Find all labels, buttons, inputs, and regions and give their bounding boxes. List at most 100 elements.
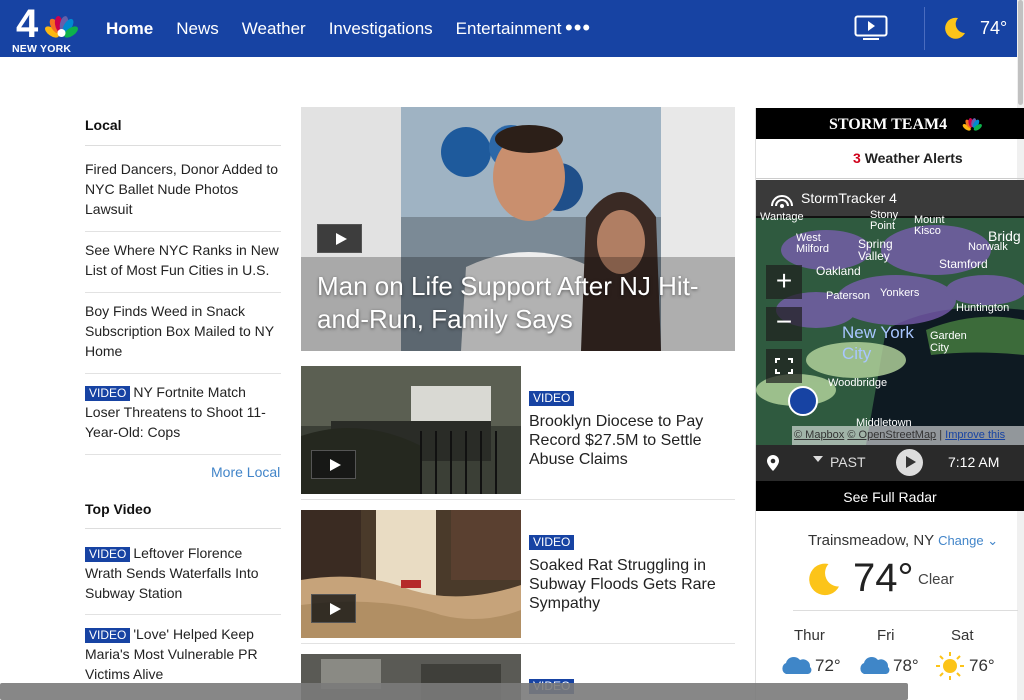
video-tag: VIDEO [85, 386, 131, 401]
video-tag: VIDEO [529, 535, 575, 550]
tv-play-icon[interactable] [854, 15, 888, 42]
logo-text: NEW YORK [12, 43, 72, 55]
improve-map-link[interactable]: Improve this [945, 429, 1005, 441]
play-button[interactable] [317, 224, 362, 253]
story-thumbnail[interactable] [301, 510, 521, 638]
forecast-day: Sat [951, 627, 974, 644]
storm-team-logo-marker [788, 386, 818, 416]
map-label: Stamford [939, 257, 988, 271]
story-title[interactable]: Brooklyn Diocese to Pay Record $27.5M to… [529, 412, 729, 469]
more-menu-button[interactable]: ••• [565, 17, 591, 39]
top-navigation-bar: 4 NEW YORK Home News Weather Investigati… [0, 0, 1024, 57]
local-story[interactable]: VIDEO NY Fortnite Match Loser Threatens t… [85, 382, 281, 442]
local-story[interactable]: See Where NYC Ranks in New List of Most … [85, 240, 281, 280]
map-label: Garden City [930, 330, 967, 354]
forecast-temp: 76° [969, 656, 995, 675]
play-button[interactable] [311, 594, 356, 623]
map-title: StormTracker 4 [801, 190, 897, 206]
divider [85, 373, 281, 374]
current-condition: Clear [918, 571, 954, 588]
divider [301, 499, 735, 500]
past-label[interactable]: PAST [830, 454, 866, 470]
hero-story[interactable]: Man on Life Support After NJ Hit-and-Run… [301, 107, 735, 351]
divider [301, 643, 735, 644]
sun-icon [936, 652, 964, 680]
forecast-temp: 78° [893, 656, 919, 675]
map-label: Huntington [956, 302, 1010, 314]
main-nav: Home News Weather Investigations Enterta… [106, 19, 585, 39]
mapbox-link[interactable]: © Mapbox [794, 429, 844, 441]
nbc-new-york-logo[interactable]: 4 NEW YORK [10, 2, 82, 55]
divider [85, 145, 281, 146]
cloud-icon [782, 656, 812, 674]
divider [85, 528, 281, 529]
zoom-out-button[interactable]: − [766, 307, 802, 341]
divider [793, 610, 1018, 611]
moon-icon [945, 17, 965, 39]
fullscreen-button[interactable] [766, 349, 802, 383]
location-pin-icon[interactable] [766, 454, 780, 472]
nav-entertainment[interactable]: Entertainment [456, 19, 562, 39]
story-title[interactable]: Soaked Rat Struggling in Subway Floods G… [529, 556, 729, 613]
more-local-link[interactable]: More Local [211, 464, 280, 480]
nav-home[interactable]: Home [106, 19, 153, 39]
cloud-icon [860, 656, 890, 674]
header-divider [924, 7, 925, 50]
map-label: West Milford [796, 232, 830, 255]
nav-investigations[interactable]: Investigations [329, 19, 433, 39]
play-icon [906, 456, 916, 468]
forecast-temp: 72° [815, 656, 841, 675]
story-thumbnail[interactable] [301, 366, 521, 494]
hero-title[interactable]: Man on Life Support After NJ Hit-and-Run… [317, 270, 727, 336]
video-tag: VIDEO [85, 628, 131, 643]
divider [85, 454, 281, 455]
map-label: Mount Kisco [914, 214, 945, 237]
stormtracker-icon [771, 195, 793, 208]
divider [85, 614, 281, 615]
forecast-day: Thur [794, 627, 825, 644]
storm-team-title: STORM TEAM4 [829, 116, 948, 133]
peacock-icon [962, 118, 982, 131]
map-label: New York City [842, 323, 914, 363]
divider [85, 292, 281, 293]
openstreetmap-link[interactable]: © OpenStreetMap [847, 429, 936, 441]
weather-alerts-label[interactable]: 3 Weather Alerts [853, 150, 963, 166]
map-label: Woodbridge [828, 377, 888, 389]
nav-news[interactable]: News [176, 19, 219, 39]
zoom-in-button[interactable]: + [766, 265, 802, 299]
divider [85, 231, 281, 232]
map-label: Bridg [988, 228, 1021, 244]
chevron-down-icon[interactable] [813, 456, 823, 462]
vertical-scrollbar-thumb[interactable] [1018, 0, 1023, 105]
radar-map[interactable]: StormTracker 4 Wantage Stony Point Mount… [756, 180, 1024, 445]
current-temperature: 74° [853, 556, 914, 600]
radar-controls: PAST 7:12 AM [756, 445, 1024, 481]
map-label: Yonkers [880, 287, 920, 299]
video-story[interactable]: VIDEO 'Love' Helped Keep Maria's Most Vul… [85, 624, 281, 684]
local-story[interactable]: Boy Finds Weed in Snack Subscription Box… [85, 301, 281, 361]
radar-time: 7:12 AM [948, 454, 1000, 470]
video-tag: VIDEO [529, 391, 575, 406]
video-story[interactable]: VIDEO Leftover Florence Wrath Sends Water… [85, 543, 281, 603]
video-tag: VIDEO [85, 547, 131, 562]
local-story[interactable]: Fired Dancers, Donor Added to NYC Ballet… [85, 159, 281, 219]
moon-icon [809, 563, 839, 596]
map-label: Paterson [826, 290, 871, 302]
header-temperature[interactable]: 74° [980, 18, 1007, 39]
see-full-radar-button[interactable]: See Full Radar [756, 481, 1024, 511]
play-button[interactable] [311, 450, 356, 479]
forecast-day: Fri [877, 627, 895, 644]
map-label: Oakland [816, 264, 861, 278]
local-heading: Local [85, 117, 122, 133]
location: Trainsmeadow, NY Change ⌄ [808, 532, 999, 549]
map-label: Stony Point [870, 209, 899, 232]
peacock-icon [45, 16, 78, 38]
radar-play-button[interactable] [896, 449, 923, 476]
nav-weather[interactable]: Weather [242, 19, 306, 39]
change-location-link[interactable]: Change ⌄ [938, 533, 998, 548]
fullscreen-icon [775, 358, 793, 374]
top-video-heading: Top Video [85, 501, 152, 517]
map-label: Wantage [760, 211, 804, 223]
horizontal-scrollbar[interactable] [0, 683, 908, 700]
map-label: Spring Valley [858, 237, 893, 263]
